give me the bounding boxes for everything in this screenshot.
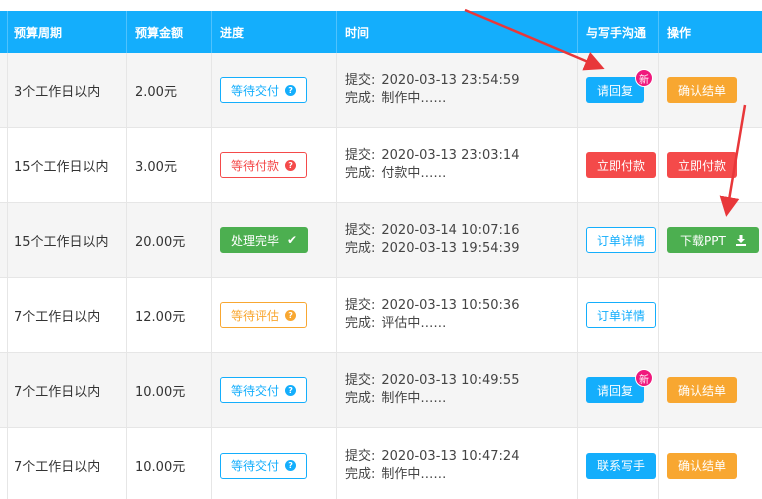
- row-cycle: 7个工作日以内: [8, 428, 127, 499]
- new-badge: 新: [635, 369, 654, 387]
- row-cycle: 15个工作日以内: [8, 203, 127, 277]
- confirm-order-button[interactable]: 确认结单: [667, 377, 738, 403]
- header-cycle: 预算周期: [8, 11, 127, 53]
- header-progress: 进度: [212, 11, 337, 53]
- reply-button[interactable]: 请回复新: [586, 369, 654, 403]
- finish-text: 评估中……: [381, 316, 447, 331]
- finish-text: 2020-03-13 19:54:39: [381, 241, 520, 256]
- row-amount: 10.00元: [127, 428, 212, 499]
- status-badge: 处理完毕 ✔: [220, 227, 309, 253]
- status-badge: 等待交付?: [220, 77, 308, 103]
- finish-text: 制作中……: [381, 91, 447, 106]
- help-icon: ?: [285, 309, 297, 321]
- row-time: 提交: 2020-03-13 10:50:36 完成: 评估中……: [337, 278, 578, 352]
- row-time: 提交: 2020-03-13 23:03:14 完成: 付款中……: [337, 128, 578, 202]
- row-amount: 10.00元: [127, 353, 212, 427]
- status-badge: 等待交付?: [220, 377, 308, 403]
- help-icon: ?: [285, 159, 297, 171]
- order-detail-button[interactable]: 订单详情: [586, 227, 657, 253]
- check-icon: ✔: [287, 233, 298, 247]
- table-row: 7个工作日以内 10.00元 等待交付? 提交: 2020-03-13 10:49…: [0, 353, 762, 428]
- row-cycle: 3个工作日以内: [8, 53, 127, 127]
- reply-button[interactable]: 请回复新: [586, 69, 654, 103]
- row-time: 提交: 2020-03-13 10:47:24 完成: 制作中……: [337, 428, 578, 499]
- table-row: 7个工作日以内 10.00元 等待交付? 提交: 2020-03-13 10:47…: [0, 428, 762, 499]
- status-badge: 等待交付?: [220, 452, 308, 479]
- pay-now-button[interactable]: 立即付款: [667, 152, 738, 178]
- finish-text: 制作中……: [381, 391, 447, 406]
- submit-time: 2020-03-13 23:03:14: [381, 148, 520, 163]
- table-row: 3个工作日以内 2.00元 等待交付? 提交: 2020-03-13 23:54:…: [0, 53, 762, 128]
- orders-table: 预算周期 预算金额 进度 时间 与写手沟通 操作 3个工作日以内 2.00元 等…: [0, 11, 762, 499]
- submit-time: 2020-03-13 23:54:59: [381, 73, 520, 88]
- row-time: 提交: 2020-03-14 10:07:16 完成: 2020-03-13 19:…: [337, 203, 578, 277]
- row-cycle: 7个工作日以内: [8, 278, 127, 352]
- table-row: 15个工作日以内 20.00元 处理完毕 ✔ 提交: 2020-03-14 10:0…: [0, 203, 762, 278]
- row-time: 提交: 2020-03-13 10:49:55 完成: 制作中……: [337, 353, 578, 427]
- row-amount: 20.00元: [127, 203, 212, 277]
- confirm-order-button[interactable]: 确认结单: [667, 452, 738, 479]
- submit-time: 2020-03-13 10:47:24: [381, 448, 520, 464]
- submit-time: 2020-03-14 10:07:16: [381, 223, 520, 238]
- help-icon: ?: [285, 460, 297, 471]
- row-cycle: 15个工作日以内: [8, 128, 127, 202]
- download-icon: [735, 234, 746, 246]
- table-header: 预算周期 预算金额 进度 时间 与写手沟通 操作: [0, 11, 762, 53]
- row-amount: 2.00元: [127, 53, 212, 127]
- header-action: 操作: [667, 25, 692, 40]
- pay-now-button[interactable]: 立即付款: [586, 152, 657, 178]
- submit-time: 2020-03-13 10:50:36: [381, 298, 520, 313]
- contact-writer-button[interactable]: 联系写手: [586, 452, 657, 479]
- help-icon: ?: [285, 384, 297, 396]
- header-time: 时间: [337, 11, 578, 53]
- confirm-order-button[interactable]: 确认结单: [667, 77, 738, 103]
- row-amount: 3.00元: [127, 128, 212, 202]
- help-icon: ?: [285, 84, 297, 96]
- row-time: 提交: 2020-03-13 23:54:59 完成: 制作中……: [337, 53, 578, 127]
- submit-time: 2020-03-13 10:49:55: [381, 373, 520, 388]
- row-amount: 12.00元: [127, 278, 212, 352]
- header-communicate: 与写手沟通: [578, 11, 659, 53]
- new-badge: 新: [635, 69, 654, 87]
- status-badge: 等待付款?: [220, 152, 308, 178]
- table-row: 7个工作日以内 12.00元 等待评估? 提交: 2020-03-13 10:50…: [0, 278, 762, 353]
- header-amount: 预算金额: [127, 11, 212, 53]
- order-detail-button[interactable]: 订单详情: [586, 302, 657, 328]
- status-badge: 等待评估?: [220, 302, 308, 328]
- download-ppt-button[interactable]: 下载PPT: [667, 227, 759, 253]
- table-row: 15个工作日以内 3.00元 等待付款? 提交: 2020-03-13 23:03…: [0, 128, 762, 203]
- row-cycle: 7个工作日以内: [8, 353, 127, 427]
- finish-text: 付款中……: [381, 166, 447, 181]
- finish-text: 制作中……: [381, 466, 447, 482]
